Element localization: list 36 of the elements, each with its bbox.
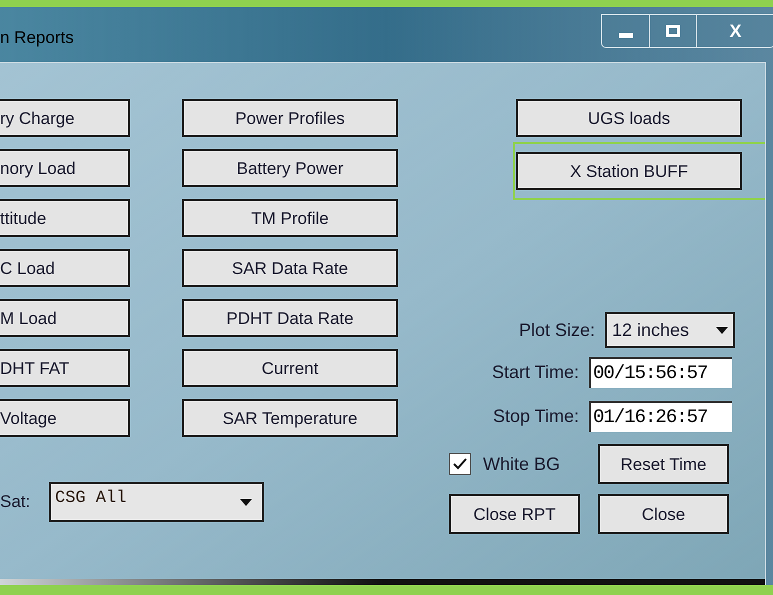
dropdown-arrow-icon: [240, 498, 252, 506]
report-button[interactable]: PDHT Data Rate: [182, 299, 398, 337]
report-button[interactable]: TM Profile: [182, 199, 398, 237]
report-button[interactable]: ry Charge: [0, 99, 130, 137]
window-title: n Reports: [0, 27, 74, 49]
minimize-icon: [618, 32, 632, 38]
close-button[interactable]: Close: [598, 494, 729, 534]
checkmark-icon: [453, 458, 467, 470]
plot-size-dropdown[interactable]: 12 inches: [605, 312, 735, 348]
dropdown-arrow-icon: [716, 326, 728, 334]
report-button[interactable]: Voltage: [0, 399, 130, 437]
report-button[interactable]: Battery Power: [182, 149, 398, 187]
sat-dropdown[interactable]: CSG All: [49, 482, 264, 522]
report-button[interactable]: ttitude: [0, 199, 130, 237]
report-button[interactable]: nory Load: [0, 149, 130, 187]
start-time-field[interactable]: 00/15:56:57: [589, 357, 732, 388]
close-button[interactable]: X: [696, 15, 773, 47]
stop-time-label: Stop Time:: [492, 405, 579, 428]
close-rpt-button[interactable]: Close RPT: [449, 494, 580, 534]
report-button[interactable]: UGS loads: [516, 99, 742, 137]
report-button[interactable]: X Station BUFF: [516, 152, 742, 190]
maximize-icon: [666, 25, 680, 37]
start-time-label: Start Time:: [492, 361, 579, 384]
report-button[interactable]: C Load: [0, 249, 130, 287]
report-button[interactable]: DHT FAT: [0, 349, 130, 387]
plot-size-label: Plot Size:: [518, 318, 595, 342]
report-button[interactable]: Current: [182, 349, 398, 387]
report-button[interactable]: SAR Data Rate: [182, 249, 398, 287]
report-button[interactable]: Power Profiles: [182, 99, 398, 137]
report-button[interactable]: SAR Temperature: [182, 399, 398, 437]
background-checkbox[interactable]: [449, 453, 471, 475]
reset-time-button[interactable]: Reset Time: [598, 444, 729, 484]
background-option-label: White BG: [483, 452, 560, 476]
sat-label: Sat:: [0, 491, 32, 514]
report-button[interactable]: M Load: [0, 299, 130, 337]
stop-time-field[interactable]: 01/16:26:57: [589, 401, 732, 432]
